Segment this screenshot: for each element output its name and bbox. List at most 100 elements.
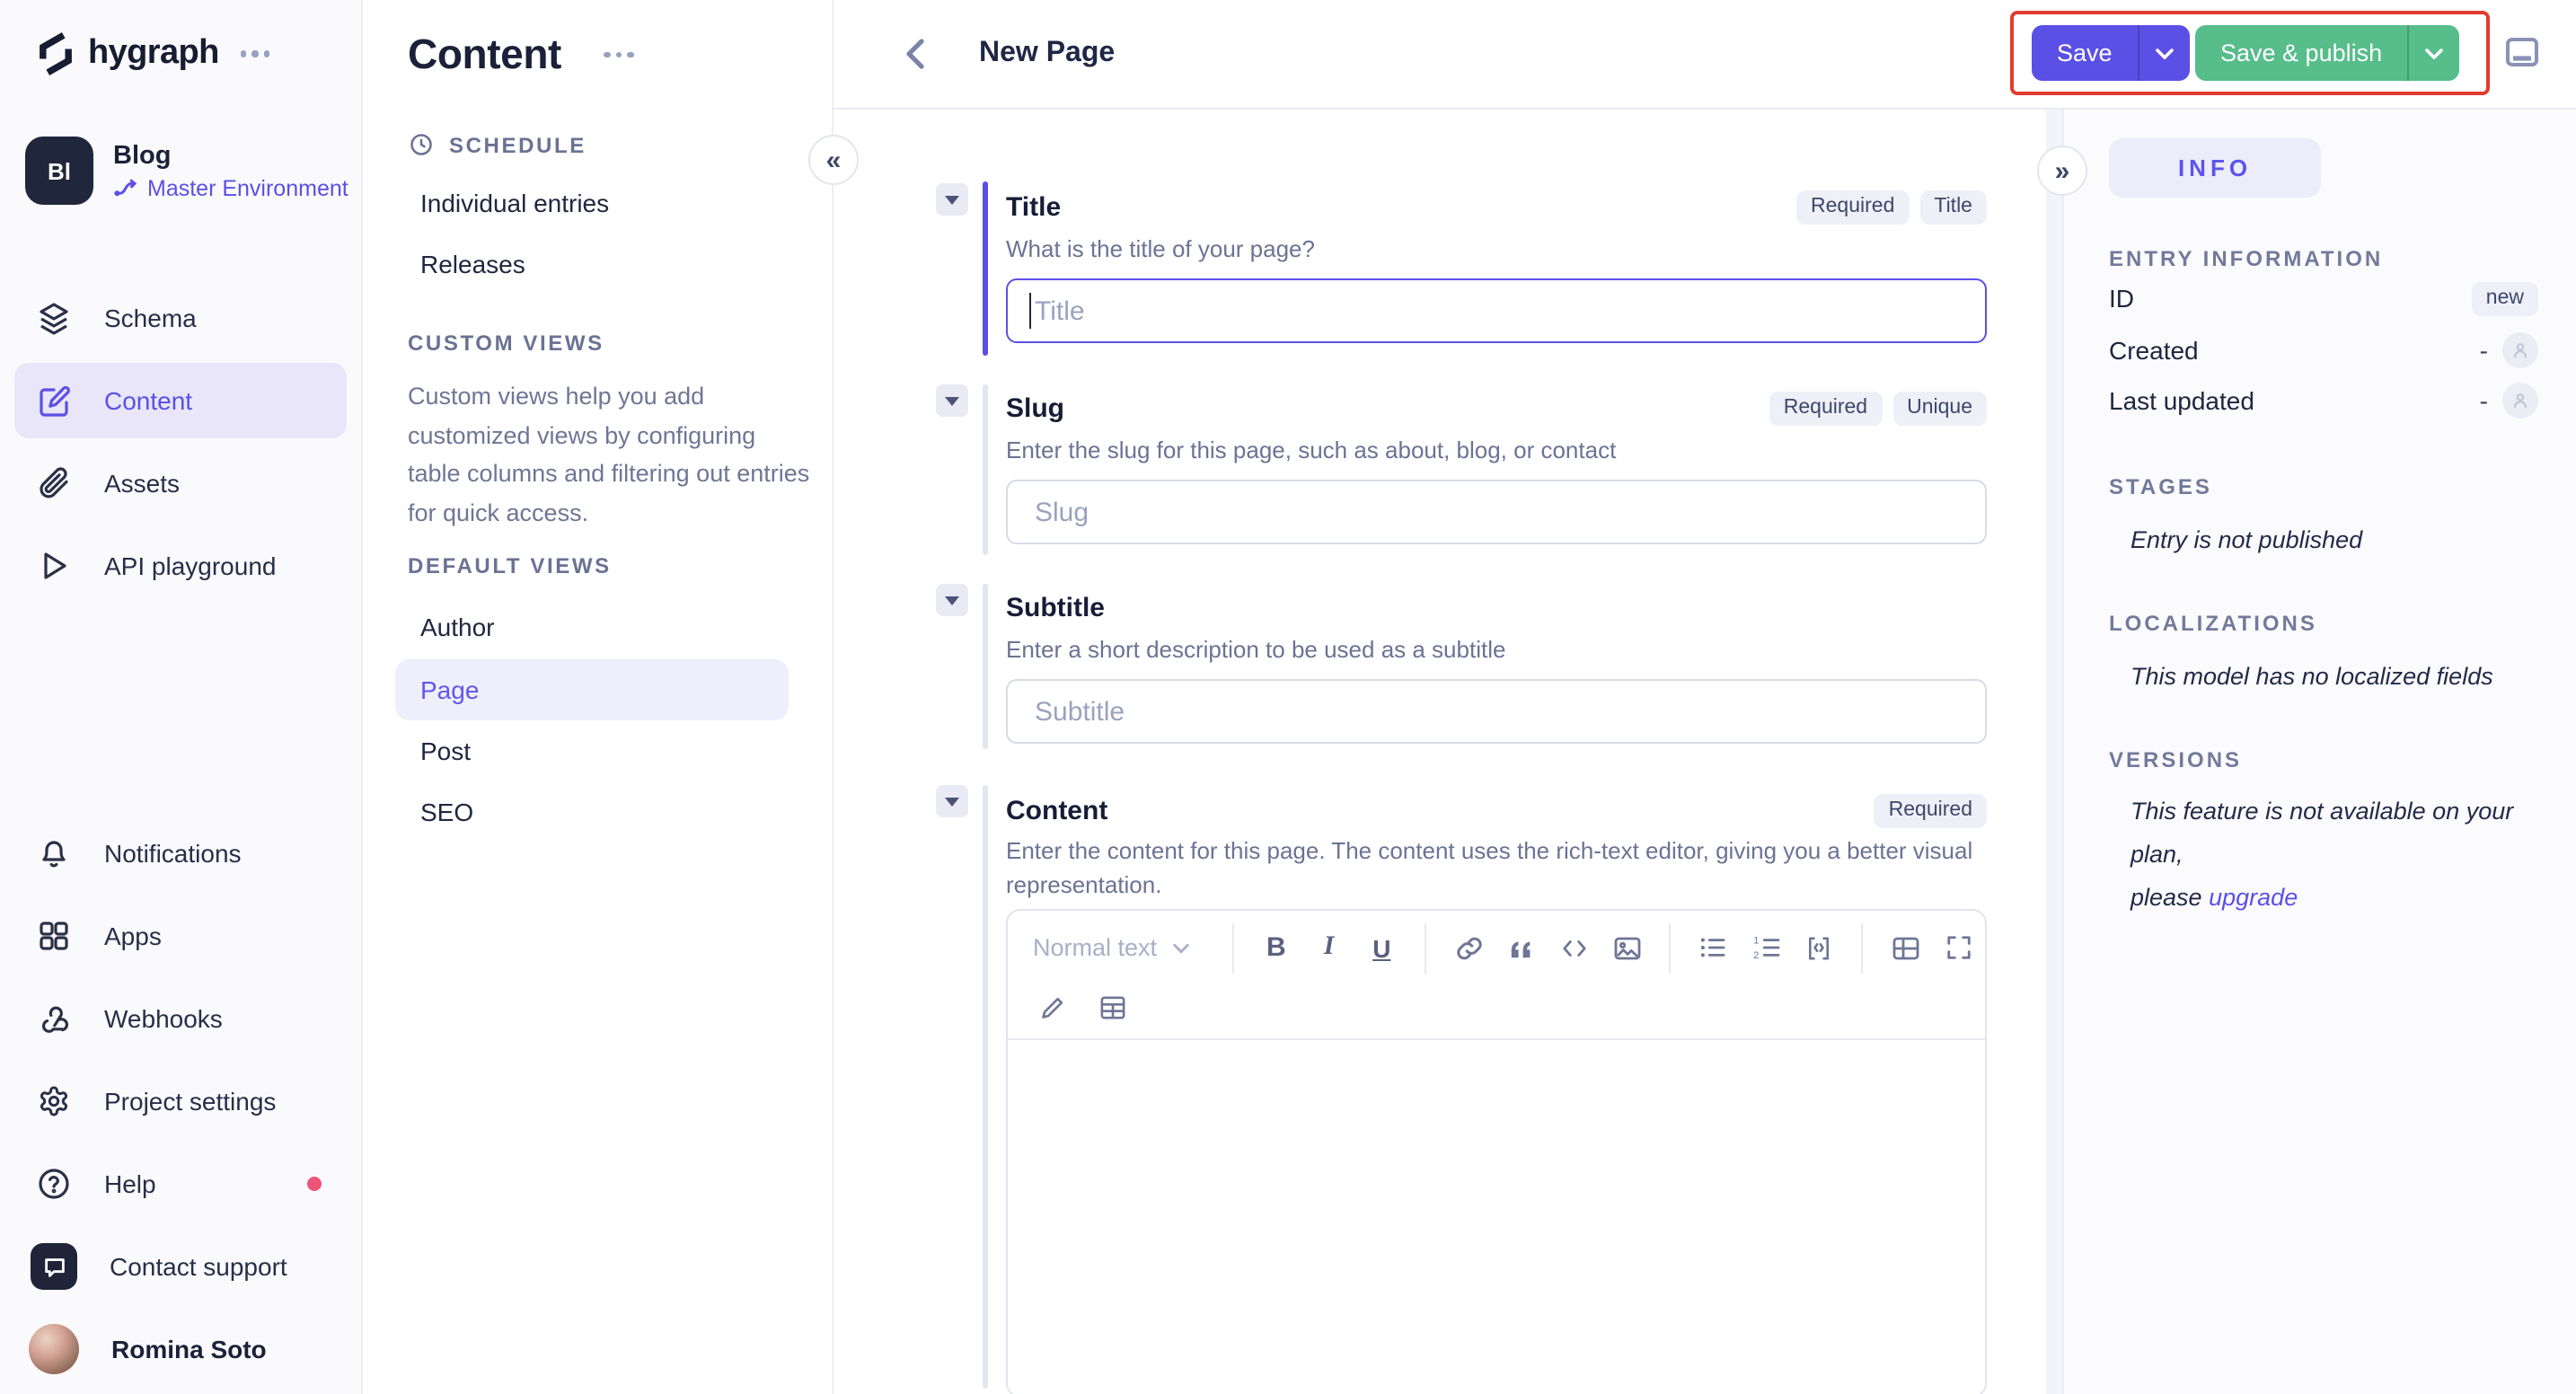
sidebar-item-assets[interactable]: Assets: [14, 446, 347, 521]
sidebar-item-webhooks[interactable]: Webhooks: [14, 981, 347, 1056]
field-rail-content: [983, 785, 988, 1389]
user-placeholder-icon: [2502, 383, 2538, 419]
localizations-header: LOCALIZATIONS: [2109, 611, 2317, 636]
field-helper: Enter the content for this page. The con…: [1006, 837, 1973, 898]
collapse-field-content-button[interactable]: [936, 785, 968, 817]
chevron-down-icon: [2155, 48, 2174, 58]
sidebar-item-label: Webhooks: [104, 1004, 223, 1033]
schedule-section-header: SCHEDULE: [408, 131, 587, 158]
clock-icon: [410, 134, 432, 155]
editor-toolbar: Normal text B I U 1 2: [1008, 911, 1985, 984]
field-helper: Enter a short description to be used as …: [1006, 636, 1506, 663]
gear-icon: [40, 1086, 68, 1116]
bold-button[interactable]: B: [1250, 921, 1303, 975]
field-label: Content: [1006, 795, 1108, 825]
triangle-down-icon: [945, 195, 959, 204]
sidebar-item-project-settings[interactable]: Project settings: [14, 1063, 347, 1139]
insert-table-button[interactable]: [1099, 994, 1126, 1028]
blockquote-button[interactable]: [1495, 921, 1548, 975]
sidebar-item-schema[interactable]: Schema: [14, 280, 347, 356]
table-button[interactable]: [1880, 921, 1933, 975]
slug-input[interactable]: [1006, 480, 1987, 544]
sidebar-item-content[interactable]: Content: [14, 363, 347, 438]
sidebar-item-apps[interactable]: Apps: [14, 898, 347, 974]
sidebar-item-help[interactable]: Help: [14, 1146, 347, 1222]
triangle-down-icon: [945, 396, 959, 405]
pencil-button[interactable]: [1040, 994, 1065, 1028]
badge-unique: Unique: [1892, 391, 1987, 425]
localizations-text: This model has no localized fields: [2130, 663, 2493, 690]
sidebar-item-notifications[interactable]: Notifications: [14, 816, 347, 891]
numbered-list-button[interactable]: 1 2: [1740, 921, 1793, 975]
schedule-item-releases[interactable]: Releases: [420, 246, 525, 282]
sidebar-item-contact-support[interactable]: Contact support: [14, 1229, 347, 1304]
view-item-post[interactable]: Post: [420, 733, 471, 769]
svg-text:1: 1: [1753, 936, 1759, 947]
project-switcher[interactable]: Bl Blog Master Environment: [25, 137, 348, 205]
back-button[interactable]: [905, 38, 925, 79]
collapse-field-slug-button[interactable]: [936, 384, 968, 417]
sidebar-item-label: Notifications: [104, 839, 242, 868]
svg-text:2: 2: [1753, 950, 1759, 959]
app-sidebar: hygraph Bl Blog Master Environment Schem…: [0, 0, 363, 1394]
sidebar-item-label: Contact support: [110, 1252, 287, 1281]
bulleted-list-button[interactable]: [1688, 921, 1741, 975]
collapse-sidebar-button[interactable]: «: [808, 135, 859, 185]
save-publish-options-caret[interactable]: [2407, 25, 2459, 81]
collapse-field-title-button[interactable]: [936, 183, 968, 216]
upgrade-link[interactable]: upgrade: [2209, 884, 2298, 911]
environment-link[interactable]: Master Environment: [113, 175, 348, 200]
logo-row: hygraph: [36, 32, 270, 75]
user-menu[interactable]: Romina Soto: [14, 1311, 347, 1387]
rich-text-content-area[interactable]: [1008, 1040, 1985, 1394]
user-name: Romina Soto: [111, 1335, 267, 1363]
subtitle-input[interactable]: [1006, 679, 1987, 744]
save-button[interactable]: Save: [2032, 25, 2190, 81]
hygraph-logo-icon: [40, 32, 72, 75]
italic-button[interactable]: I: [1302, 921, 1355, 975]
custom-views-section-header: CUSTOM VIEWS: [408, 331, 604, 356]
content-menu-icon[interactable]: [604, 51, 634, 58]
workspace-menu-icon[interactable]: [240, 50, 270, 57]
save-options-caret[interactable]: [2137, 25, 2190, 81]
field-helper: What is the title of your page?: [1006, 235, 1315, 262]
user-placeholder-icon: [2502, 332, 2538, 368]
expand-panel-button[interactable]: »: [2037, 146, 2087, 196]
sidebar-item-api-playground[interactable]: API playground: [14, 528, 347, 604]
image-button[interactable]: [1601, 921, 1654, 975]
view-item-seo[interactable]: SEO: [420, 794, 473, 830]
view-item-author[interactable]: Author: [420, 609, 495, 645]
title-input[interactable]: [1006, 278, 1987, 343]
entry-form: Title Required Title What is the title o…: [834, 110, 2062, 1394]
inline-code-button[interactable]: [1548, 921, 1601, 975]
field-label: Subtitle: [1006, 592, 1105, 622]
badge-required: Required: [1769, 391, 1883, 425]
vertical-scrollbar[interactable]: [2046, 110, 2062, 1394]
collapse-field-subtitle-button[interactable]: [936, 584, 968, 616]
entry-info-panel: INFO ENTRY INFORMATION ID new Created - …: [2062, 110, 2576, 1394]
schedule-item-individual-entries[interactable]: Individual entries: [420, 185, 609, 221]
save-and-publish-button[interactable]: Save & publish: [2195, 25, 2460, 81]
field-content: Content Required Enter the content for t…: [1006, 792, 1987, 1394]
default-views-section-header: DEFAULT VIEWS: [408, 553, 612, 578]
content-views-sidebar: Content SCHEDULE Individual entries Rele…: [363, 0, 834, 1394]
id-new-badge: new: [2471, 281, 2538, 315]
fullscreen-button[interactable]: [1932, 921, 1985, 975]
underline-button[interactable]: U: [1355, 921, 1408, 975]
field-rail-slug: [983, 384, 988, 555]
panel-title: Content: [408, 31, 561, 77]
sidebar-item-label: API playground: [104, 551, 277, 580]
user-avatar: [29, 1324, 79, 1374]
project-name: Blog: [113, 141, 172, 170]
sidebar-item-label: Help: [104, 1169, 156, 1198]
toggle-bottom-panel-button[interactable]: [2504, 34, 2540, 79]
view-item-page-selected[interactable]: Page: [395, 659, 789, 720]
paragraph-style-select[interactable]: Normal text: [1033, 934, 1216, 961]
field-rail-title: [983, 181, 988, 356]
field-helper: Enter the slug for this page, such as ab…: [1006, 437, 1617, 463]
chat-icon: [31, 1243, 77, 1290]
code-block-button[interactable]: [1793, 921, 1846, 975]
tab-info[interactable]: INFO: [2109, 138, 2321, 198]
chevron-down-icon: [1173, 942, 1189, 953]
link-button[interactable]: [1442, 921, 1495, 975]
